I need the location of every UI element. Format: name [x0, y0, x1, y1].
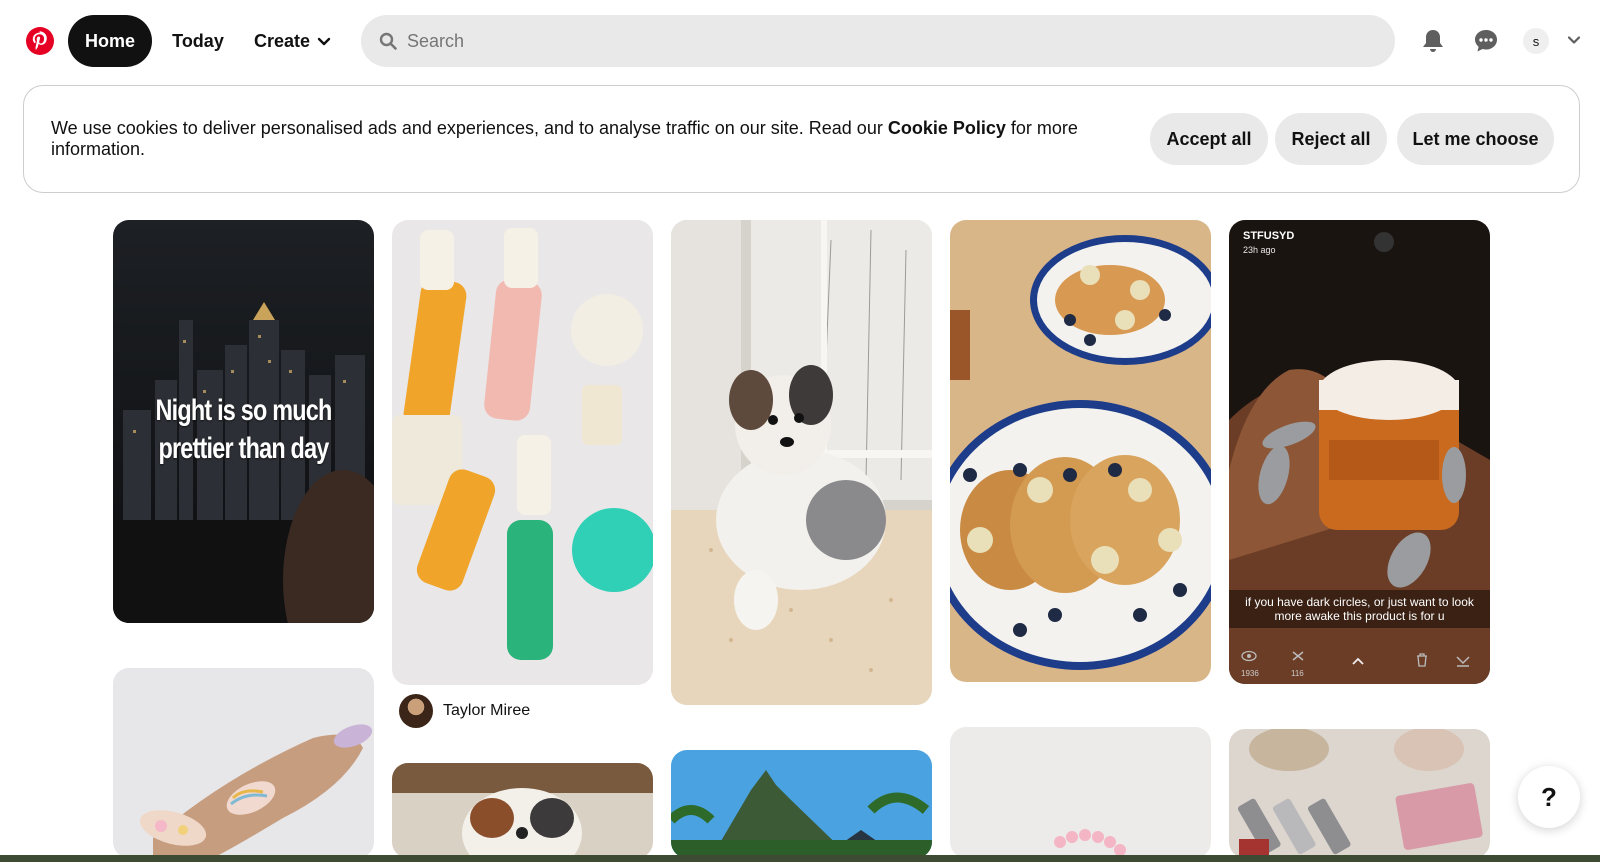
creator-avatar[interactable] [399, 694, 433, 728]
snap-caption-line-1: if you have dark circles, or just want t… [1245, 595, 1474, 609]
search-bar[interactable] [361, 15, 1395, 67]
puppy-outdoor-image [392, 763, 653, 858]
screenshots-count: 116 [1291, 669, 1304, 678]
eye-icon [1241, 650, 1257, 662]
snap-timestamp: 23h ago [1243, 245, 1276, 255]
download-icon [1456, 656, 1470, 667]
nav-today-label: Today [172, 30, 224, 51]
caption-line-1: Night is so much [155, 394, 332, 427]
search-input[interactable] [407, 30, 1347, 52]
let-me-choose-button[interactable]: Let me choose [1397, 113, 1554, 165]
pin-origins-cream[interactable]: STFUSYD 23h ago if you have dark circles… [1229, 220, 1490, 684]
snap-caption: if you have dark circles, or just want t… [1229, 590, 1490, 628]
reject-all-button[interactable]: Reject all [1275, 113, 1387, 165]
beauty-products-image [392, 220, 653, 685]
trash-icon [1417, 653, 1427, 667]
pin-pancakes[interactable] [950, 220, 1211, 682]
screenshot-arrows-icon [1292, 651, 1304, 661]
chevron-down-icon [317, 37, 331, 46]
caption-line-2: prettier than day [158, 432, 329, 465]
pin-city-night[interactable]: Night is so much prettier than day [113, 220, 374, 623]
pinterest-logo-icon[interactable] [26, 27, 54, 55]
creator-name[interactable]: Taylor Miree [443, 702, 530, 720]
nav-home-label: Home [84, 30, 135, 51]
snap-caption-line-2: more awake this product is for u [1274, 609, 1445, 623]
pin-nails[interactable] [113, 668, 374, 858]
nav-home-button[interactable]: Home [68, 15, 152, 67]
pin-tropical-mountain[interactable] [671, 750, 932, 858]
cookie-message: We use cookies to deliver personalised a… [51, 118, 1101, 160]
pin-dior-makeup[interactable] [1229, 729, 1490, 858]
puppy-window-image [671, 220, 932, 705]
views-count: 1936 [1241, 669, 1259, 678]
nails-image [113, 668, 374, 858]
cookie-policy-link[interactable]: Cookie Policy [888, 118, 1006, 138]
snap-username: STFUSYD [1243, 230, 1295, 242]
accept-all-button[interactable]: Accept all [1150, 113, 1268, 165]
nav-create-dropdown[interactable]: Create [246, 15, 340, 67]
avatar-initial: s [1532, 33, 1540, 49]
tropical-mountain-image [671, 750, 932, 858]
snap-toolbar: 1936 116 [1229, 644, 1490, 684]
help-button[interactable]: ? [1518, 766, 1580, 828]
cookie-consent-banner: We use cookies to deliver personalised a… [23, 85, 1580, 193]
chevron-up-icon [1352, 657, 1364, 665]
notifications-bell-icon[interactable] [1416, 24, 1450, 58]
bottom-edge-strip [0, 855, 1600, 862]
nav-today-button[interactable]: Today [160, 15, 236, 67]
help-label: ? [1541, 781, 1557, 812]
cookie-text-before: We use cookies to deliver personalised a… [51, 118, 888, 138]
account-avatar[interactable]: s [1523, 28, 1549, 54]
pin-puppy-window[interactable] [671, 220, 932, 705]
pin-creator[interactable]: Taylor Miree [399, 694, 530, 728]
beaded-bracelet-image [950, 727, 1211, 858]
messages-chat-icon[interactable] [1469, 24, 1503, 58]
pin-beauty-products[interactable] [392, 220, 653, 685]
pin-beaded-bracelet[interactable] [950, 727, 1211, 858]
top-header: Home Today Create s [0, 0, 1600, 80]
pin-puppy-outdoor[interactable] [392, 763, 653, 858]
dior-makeup-image [1229, 729, 1490, 858]
nav-create-label: Create [253, 30, 311, 51]
search-icon [379, 32, 397, 50]
pancakes-image [950, 220, 1211, 682]
pin-overlay-caption: Night is so much prettier than day [142, 392, 346, 468]
account-chevron-down-icon[interactable] [1566, 32, 1582, 53]
